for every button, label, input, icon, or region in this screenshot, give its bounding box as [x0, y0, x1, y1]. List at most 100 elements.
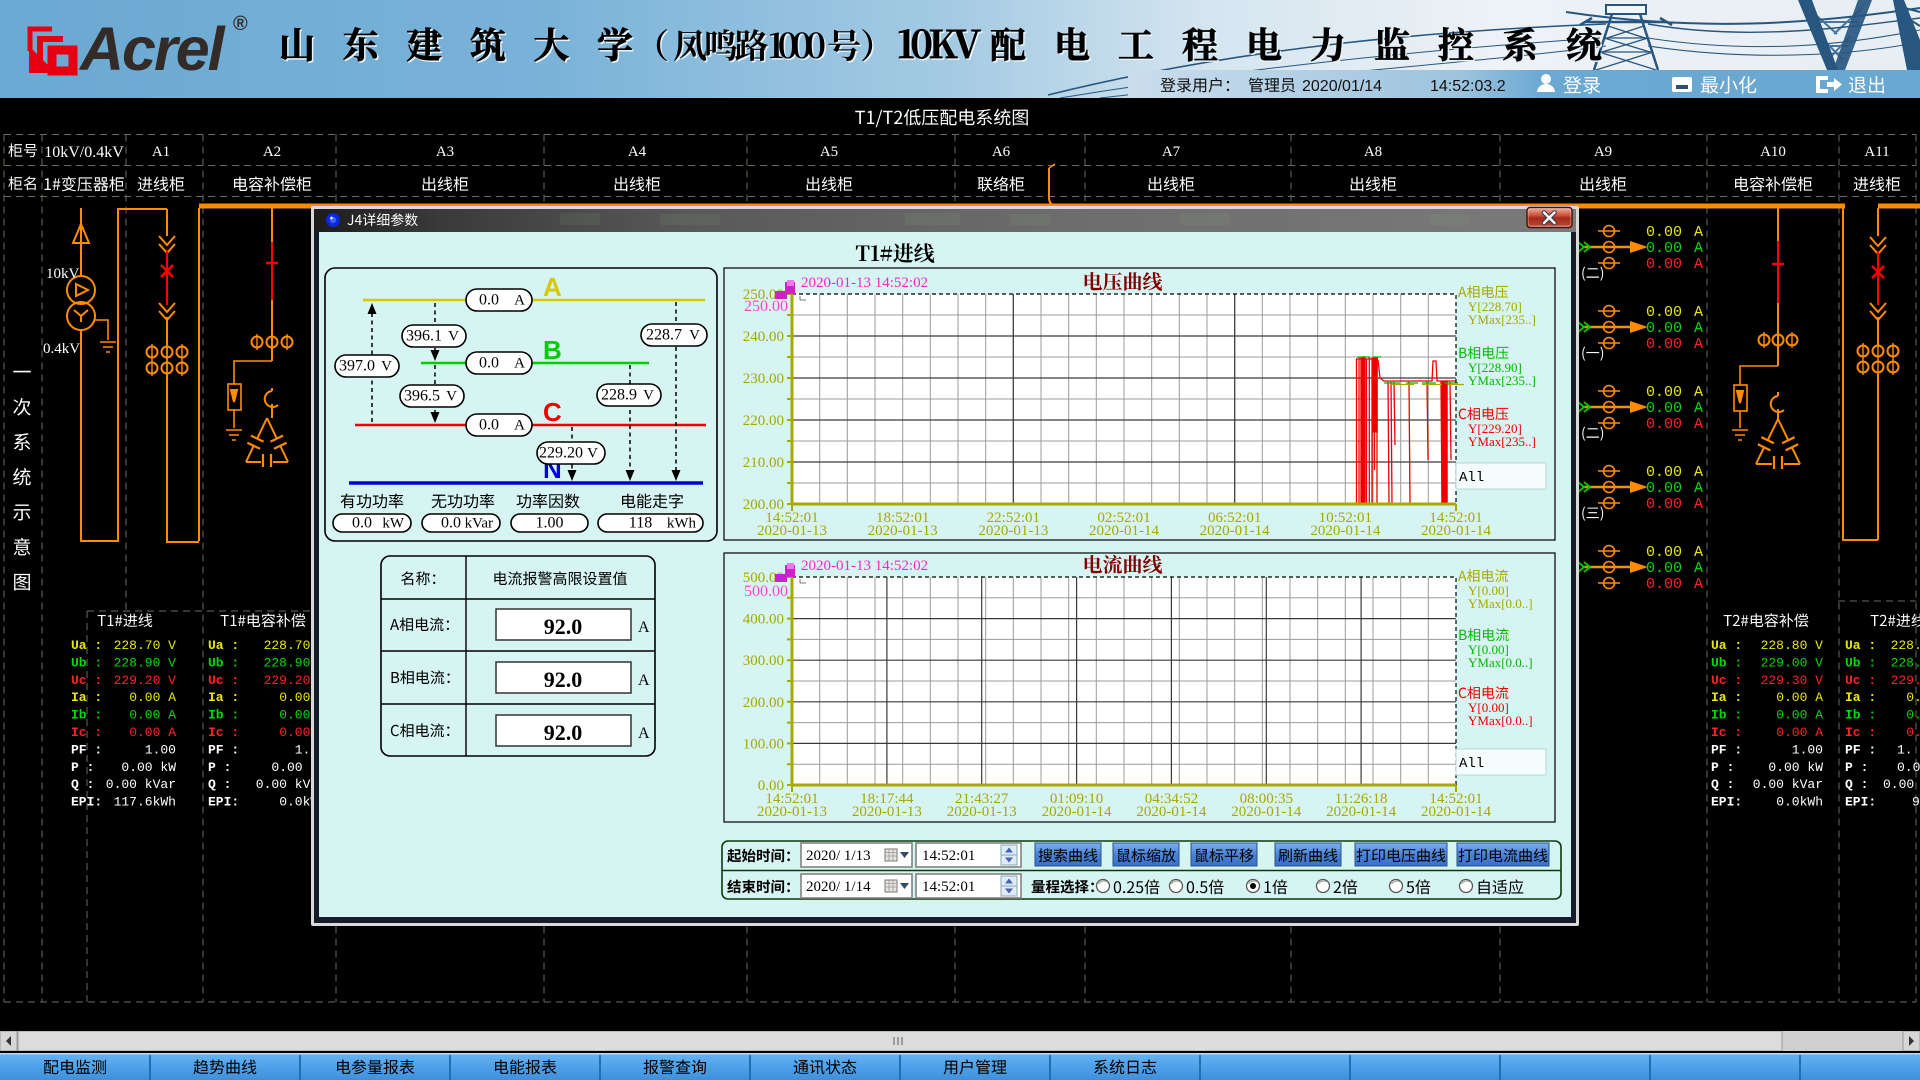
- svg-text:9: 9: [1912, 795, 1920, 810]
- svg-text:A: A: [1694, 256, 1703, 273]
- svg-text:0.0: 0.0: [479, 355, 499, 372]
- svg-text:2020/01/14: 2020/01/14: [1302, 78, 1382, 95]
- svg-text:0.00: 0.00: [1646, 576, 1682, 593]
- svg-text:Ua :: Ua :: [1845, 638, 1876, 653]
- svg-text:1.00: 1.00: [1792, 742, 1823, 757]
- svg-text:228.9: 228.9: [601, 387, 637, 404]
- svg-text:2020-01-13: 2020-01-13: [757, 523, 827, 539]
- svg-text:14:52:01: 14:52:01: [922, 848, 975, 864]
- svg-text:396.5: 396.5: [404, 388, 440, 405]
- svg-text:Ib :: Ib :: [1845, 708, 1876, 723]
- svg-text:A: A: [1694, 336, 1703, 353]
- svg-text:0.00: 0.00: [1646, 544, 1682, 561]
- svg-text:2020-01-14: 2020-01-14: [1310, 523, 1380, 539]
- svg-text:PF :: PF :: [208, 742, 239, 757]
- svg-text:10kV: 10kV: [46, 266, 80, 282]
- svg-text:A5: A5: [820, 144, 838, 160]
- svg-text:0.00 A: 0.00 A: [1776, 708, 1823, 723]
- svg-text:PF :: PF :: [1711, 742, 1742, 757]
- svg-text:14:52:01: 14:52:01: [922, 879, 975, 895]
- svg-text:2020-01-13: 2020-01-13: [757, 804, 827, 820]
- svg-text:Q :: Q :: [71, 777, 94, 792]
- svg-text:PF :: PF :: [71, 742, 102, 757]
- svg-text:Ua :: Ua :: [1711, 638, 1742, 653]
- svg-text:397.0: 397.0: [339, 358, 375, 375]
- svg-text:V: V: [381, 359, 392, 375]
- svg-text:A2: A2: [263, 144, 281, 160]
- svg-text:2020-01-13 14:52:02: 2020-01-13 14:52:02: [801, 275, 928, 291]
- svg-text:P :: P :: [208, 760, 231, 775]
- svg-text:250.00: 250.00: [744, 298, 788, 315]
- svg-text:Ic :: Ic :: [71, 725, 102, 740]
- svg-text:0.4kV: 0.4kV: [43, 341, 80, 357]
- svg-text:A: A: [1694, 304, 1703, 321]
- svg-text:228.80 V: 228.80 V: [1891, 638, 1920, 653]
- svg-text:A3: A3: [436, 144, 454, 160]
- svg-text:0.0: 0.0: [1897, 760, 1920, 775]
- svg-text:2020-01-14: 2020-01-14: [1042, 804, 1112, 820]
- svg-text:230.00: 230.00: [743, 371, 784, 387]
- svg-text:228.70 V: 228.70 V: [114, 638, 177, 653]
- svg-text:0.00 kW: 0.00 kW: [1768, 760, 1823, 775]
- svg-text:228.90 V: 228.90 V: [114, 655, 177, 670]
- svg-text:V: V: [587, 446, 598, 462]
- svg-text:10kV/0.4kV: 10kV/0.4kV: [44, 144, 124, 161]
- svg-text:2020-01-13: 2020-01-13: [868, 523, 938, 539]
- svg-text:117.6kWh: 117.6kWh: [114, 795, 176, 810]
- svg-text:Q :: Q :: [1845, 777, 1868, 792]
- svg-text:0.0: 0.0: [352, 515, 372, 532]
- svg-text:YMax[235..]: YMax[235..]: [1468, 373, 1536, 388]
- svg-text:0.00 A: 0.00 A: [129, 708, 176, 723]
- svg-text:0.0kWh: 0.0kWh: [1776, 795, 1823, 810]
- svg-text:92.0: 92.0: [544, 667, 583, 692]
- svg-text:P :: P :: [1711, 760, 1734, 775]
- svg-text:0.00: 0.00: [1646, 560, 1682, 577]
- svg-text:EPI:: EPI:: [71, 795, 102, 810]
- svg-text:A6: A6: [992, 144, 1011, 160]
- svg-text:P :: P :: [71, 760, 94, 775]
- svg-text:200.00: 200.00: [743, 695, 784, 711]
- svg-text:A4: A4: [628, 144, 647, 160]
- svg-text:Ub :: Ub :: [1711, 655, 1742, 670]
- svg-text:400.00: 400.00: [743, 612, 784, 628]
- svg-text:Uc :: Uc :: [208, 673, 239, 688]
- svg-text:YMax[235..]: YMax[235..]: [1468, 434, 1536, 449]
- svg-text:A: A: [1694, 560, 1703, 577]
- svg-text:Ia :: Ia :: [71, 690, 102, 705]
- svg-text:0.00: 0.00: [1646, 416, 1682, 433]
- svg-text:Ub :: Ub :: [208, 655, 239, 670]
- svg-text:2020/ 1/14: 2020/ 1/14: [806, 879, 871, 895]
- svg-text:396.1: 396.1: [406, 328, 442, 345]
- svg-text:A: A: [514, 356, 525, 372]
- svg-text:®: ®: [233, 13, 248, 35]
- svg-text:0.00 A: 0.00 A: [1776, 690, 1823, 705]
- svg-text:P :: P :: [1845, 760, 1868, 775]
- svg-text:Ib :: Ib :: [208, 708, 239, 723]
- svg-text:kWh: kWh: [667, 516, 697, 532]
- svg-text:Q :: Q :: [208, 777, 231, 792]
- svg-text:V: V: [446, 389, 457, 405]
- svg-text:A: A: [1694, 240, 1703, 257]
- svg-text:228.80 V: 228.80 V: [1761, 638, 1824, 653]
- svg-text:0.0: 0.0: [441, 515, 461, 532]
- svg-text:1.: 1.: [1897, 742, 1913, 757]
- svg-text:YMax[0.0..]: YMax[0.0..]: [1468, 655, 1533, 670]
- svg-text:YMax[235..]: YMax[235..]: [1468, 312, 1536, 327]
- svg-text:1.00: 1.00: [536, 515, 564, 532]
- svg-text:Uc :: Uc :: [71, 673, 102, 688]
- svg-text:Ic :: Ic :: [208, 725, 239, 740]
- svg-text:YMax[0.0..]: YMax[0.0..]: [1468, 713, 1533, 728]
- svg-text:0.0: 0.0: [479, 292, 499, 309]
- svg-text:2020-01-14: 2020-01-14: [1089, 523, 1159, 539]
- svg-text:500.00: 500.00: [744, 583, 788, 600]
- svg-text:229.00 V: 229.00 V: [1761, 655, 1824, 670]
- svg-text:210.00: 210.00: [743, 455, 784, 471]
- svg-text:V: V: [448, 329, 459, 345]
- svg-text:228.90 V: 228.90 V: [1891, 655, 1920, 670]
- svg-text:0.00 A: 0.00 A: [1906, 708, 1920, 723]
- svg-text:0.00: 0.00: [1646, 480, 1682, 497]
- svg-text:300.00: 300.00: [743, 653, 784, 669]
- svg-text:A: A: [1694, 400, 1703, 417]
- svg-text:0.00 kVar: 0.00 kVar: [1753, 777, 1823, 792]
- svg-text:A: A: [1694, 384, 1703, 401]
